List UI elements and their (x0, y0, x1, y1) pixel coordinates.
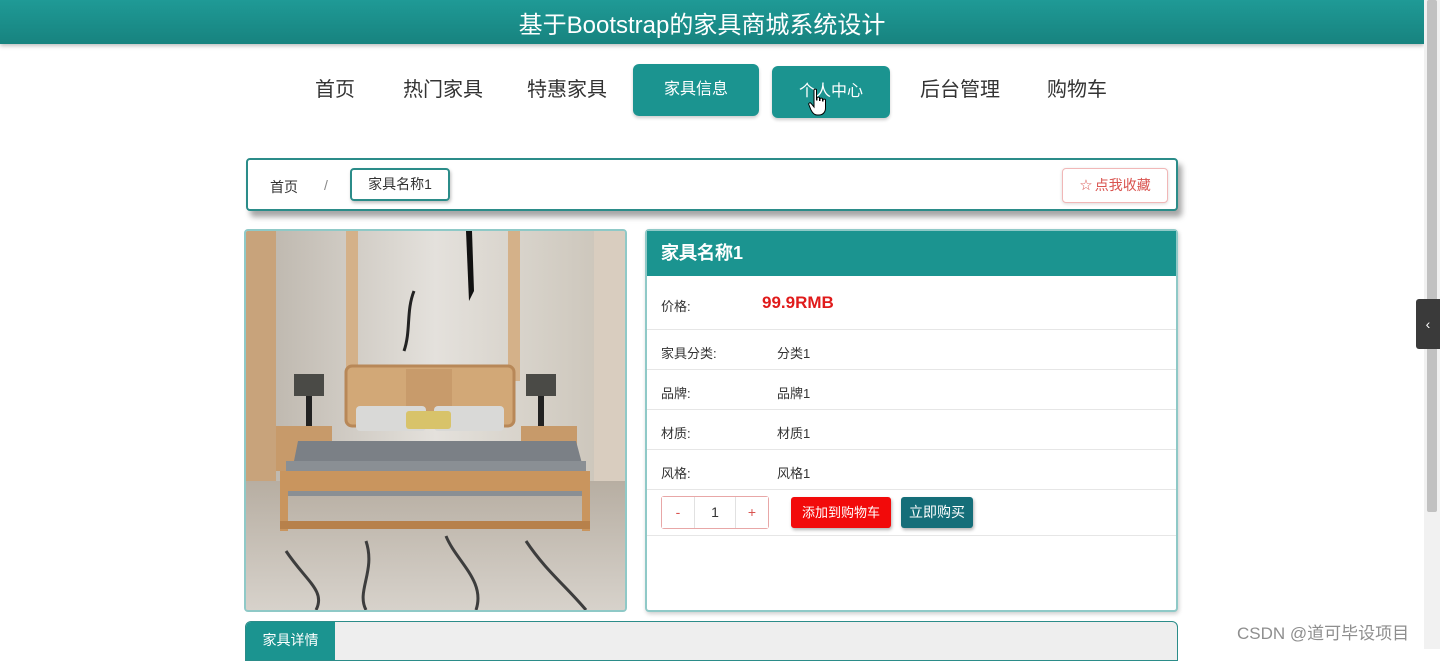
price-value: 99.9RMB (762, 293, 834, 312)
product-info-panel: 家具名称1 价格: 99.9RMB 家具分类: 分类1 品牌: 品牌1 材质: … (645, 229, 1178, 612)
attribute-value: 分类1 (777, 346, 811, 361)
bedroom-bed-photo (246, 231, 625, 610)
attribute-row: 家具分类: 分类1 (647, 330, 1176, 370)
chevron-left-icon[interactable]: ‹ (1416, 299, 1440, 349)
nav-item-admin[interactable]: 后台管理 (912, 64, 1008, 116)
main-nav: 首页 热门家具 特惠家具 家具信息 个人中心 后台管理 购物车 (0, 64, 1424, 118)
nav-item-special-furniture[interactable]: 特惠家具 (520, 64, 614, 116)
attribute-label: 品牌: (661, 386, 691, 401)
attribute-row: 材质: 材质1 (647, 410, 1176, 450)
quantity-input[interactable]: 1 (694, 497, 736, 528)
breadcrumb-home-link[interactable]: 首页 (270, 177, 298, 197)
add-to-cart-button[interactable]: 添加到购物车 (791, 497, 891, 528)
favorite-label: 点我收藏 (1094, 177, 1151, 193)
quantity-plus-button[interactable]: + (736, 497, 768, 528)
attribute-label: 材质: (661, 426, 691, 441)
nav-item-furniture-info[interactable]: 家具信息 (633, 64, 759, 116)
buy-now-button[interactable]: 立即购买 (901, 497, 973, 528)
attribute-label: 家具分类: (661, 346, 717, 361)
detail-tabs: 家具详情 (245, 621, 1178, 661)
quantity-stepper: - 1 + (661, 496, 769, 529)
site-header: 基于Bootstrap的家具商城系统设计 (0, 0, 1424, 44)
attribute-label: 风格: (661, 466, 691, 481)
site-title: 基于Bootstrap的家具商城系统设计 (518, 11, 886, 39)
breadcrumb: 首页 / 家具名称1 ☆ 点我收藏 (246, 158, 1178, 211)
breadcrumb-separator: / (324, 177, 328, 193)
nav-item-hot-furniture[interactable]: 热门家具 (396, 64, 490, 116)
attribute-value: 品牌1 (777, 386, 811, 401)
scrollbar-thumb[interactable] (1427, 0, 1437, 512)
nav-item-personal-center[interactable]: 个人中心 (772, 66, 890, 118)
product-name: 家具名称1 (647, 231, 1176, 276)
breadcrumb-current: 家具名称1 (350, 168, 450, 201)
attribute-row: 品牌: 品牌1 (647, 370, 1176, 410)
product-image (244, 229, 627, 612)
favorite-button[interactable]: ☆ 点我收藏 (1062, 168, 1168, 203)
price-label: 价格: (661, 299, 691, 314)
hand-cursor-icon (808, 88, 826, 116)
tab-furniture-detail[interactable]: 家具详情 (246, 622, 335, 660)
nav-item-home[interactable]: 首页 (305, 64, 365, 116)
attribute-value: 材质1 (777, 426, 811, 441)
watermark: CSDN @道可毕设项目 (1237, 624, 1410, 643)
price-row: 价格: 99.9RMB (647, 276, 1176, 330)
attribute-row: 风格: 风格1 (647, 450, 1176, 490)
nav-item-cart[interactable]: 购物车 (1040, 64, 1114, 116)
attribute-value: 风格1 (777, 466, 811, 481)
star-outline-icon: ☆ (1079, 177, 1093, 194)
purchase-actions: - 1 + 添加到购物车 立即购买 (647, 490, 1176, 536)
quantity-minus-button[interactable]: - (662, 497, 694, 528)
